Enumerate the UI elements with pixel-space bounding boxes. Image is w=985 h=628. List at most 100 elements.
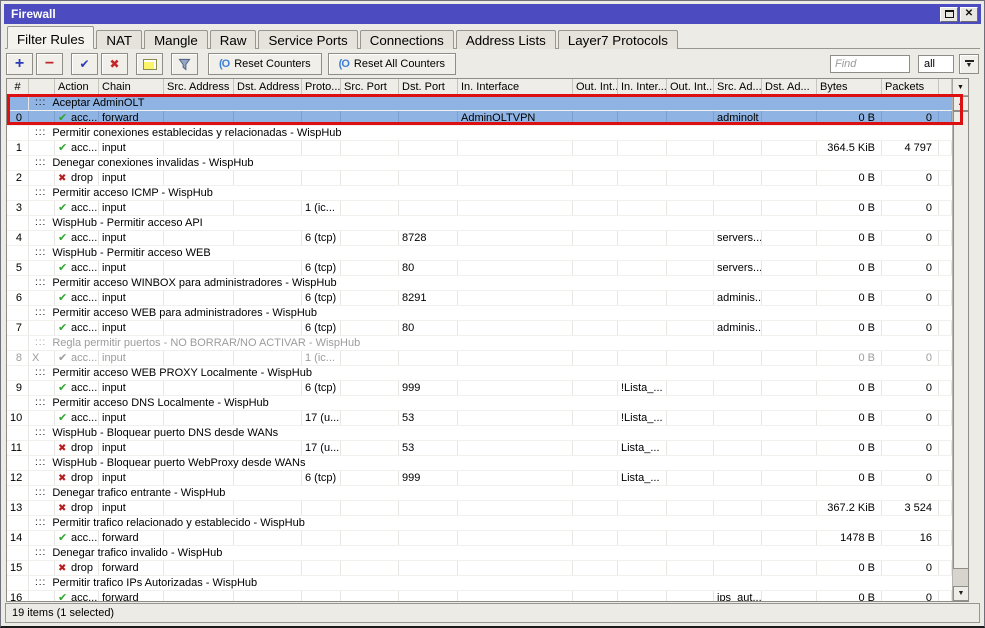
cell-flags	[29, 111, 55, 125]
comment-row[interactable]: :::Denegar conexiones invalidas - WispHu…	[7, 156, 952, 171]
comment-row[interactable]: :::Permitir trafico relacionado y establ…	[7, 516, 952, 531]
comment-row[interactable]: :::Permitir conexiones establecidas y re…	[7, 126, 952, 141]
add-rule-button[interactable]: +	[6, 53, 33, 75]
cell-in_interface_list	[618, 591, 667, 601]
column-header-src_address[interactable]: Src. Address	[164, 79, 234, 96]
column-header-action[interactable]: Action	[55, 79, 99, 96]
rule-row[interactable]: 12✖dropinput6 (tcp)999Lista_...0 B0	[7, 471, 952, 486]
find-dropdown-button[interactable]: ▼	[959, 54, 979, 74]
find-input[interactable]	[830, 55, 910, 73]
comment-row[interactable]: :::Aceptar AdminOLT	[7, 96, 952, 111]
tab-service-ports[interactable]: Service Ports	[258, 30, 357, 49]
comment-row[interactable]: :::Permitir acceso WINBOX para administr…	[7, 276, 952, 291]
tab-raw[interactable]: Raw	[210, 30, 257, 49]
rule-row[interactable]: 3✔acc...input1 (ic...0 B0	[7, 201, 952, 216]
column-selector-button[interactable]: ▼	[952, 79, 968, 96]
rule-row[interactable]: 2✖dropinput0 B0	[7, 171, 952, 186]
rule-row[interactable]: 6✔acc...input6 (tcp)8291adminis...0 B0	[7, 291, 952, 306]
tab-address-lists[interactable]: Address Lists	[456, 30, 556, 49]
column-header-src_port[interactable]: Src. Port	[341, 79, 399, 96]
comment-row-spacer	[7, 96, 29, 110]
cell-out_interface	[573, 291, 618, 305]
comment-row-spacer	[7, 486, 29, 500]
enable-rule-button[interactable]: ✔	[71, 53, 98, 75]
column-header-out_interface_list[interactable]: Out. Int...	[667, 79, 714, 96]
rule-row[interactable]: 14✔acc...forward1478 B16	[7, 531, 952, 546]
tab-mangle[interactable]: Mangle	[144, 30, 208, 49]
comment-row[interactable]: :::Permitir acceso ICMP - WispHub	[7, 186, 952, 201]
comment-row-spacer	[7, 186, 29, 200]
column-header-dst_address_list[interactable]: Dst. Ad...	[762, 79, 817, 96]
comment-row[interactable]: :::Permitir acceso WEB PROXY Localmente …	[7, 366, 952, 381]
disable-rule-button[interactable]: ✖	[101, 53, 128, 75]
remove-rule-button[interactable]: −	[36, 53, 63, 75]
comment-row[interactable]: :::WispHub - Permitir acceso WEB	[7, 246, 952, 261]
rule-row[interactable]: 0✔acc...forwardAdminOLTVPNadminolt0 B0	[7, 111, 952, 126]
comment-row[interactable]: :::WispHub - Bloquear puerto DNS desde W…	[7, 426, 952, 441]
column-header-chain[interactable]: Chain	[99, 79, 164, 96]
cell-chain: forward	[99, 531, 164, 545]
comment-row[interactable]: :::WispHub - Permitir acceso API	[7, 216, 952, 231]
rule-row[interactable]: 4✔acc...input6 (tcp)8728servers...0 B0	[7, 231, 952, 246]
cell-proto: 6 (tcp)	[302, 291, 341, 305]
filter-scope-select[interactable]: all	[918, 55, 954, 73]
tab-nat[interactable]: NAT	[96, 30, 142, 49]
rule-row[interactable]: 7✔acc...input6 (tcp)80adminis...0 B0	[7, 321, 952, 336]
maximize-button[interactable]	[940, 7, 958, 22]
column-header-in_interface_list[interactable]: In. Inter...	[618, 79, 667, 96]
tab-connections[interactable]: Connections	[360, 30, 454, 49]
rule-row[interactable]: 16✔acc...forwardips_aut...0 B0	[7, 591, 952, 601]
cell-src_address	[164, 441, 234, 455]
column-header-packets[interactable]: Packets	[882, 79, 939, 96]
cell-flags	[29, 441, 55, 455]
column-header-proto[interactable]: Proto...	[302, 79, 341, 96]
comment-row[interactable]: :::Regla permitir puertos - NO BORRAR/NO…	[7, 336, 952, 351]
rule-row[interactable]: 13✖dropinput367.2 KiB3 524	[7, 501, 952, 516]
scroll-up-button[interactable]: ▲	[953, 96, 969, 111]
column-header-pad[interactable]	[939, 79, 952, 96]
column-header-src_address_list[interactable]: Src. Ad...	[714, 79, 762, 96]
comment-button[interactable]	[136, 53, 163, 75]
cell-proto: 1 (ic...	[302, 351, 341, 365]
vertical-scrollbar[interactable]: ▲ ▼	[952, 96, 968, 601]
reset-all-counters-button[interactable]: (O Reset All Counters	[328, 53, 456, 75]
scrollbar-thumb[interactable]	[953, 111, 969, 569]
tab-filter-rules[interactable]: Filter Rules	[7, 26, 94, 49]
window-title: Firewall	[11, 7, 938, 21]
drop-icon: ✖	[58, 172, 71, 185]
accept-icon: ✔	[58, 321, 71, 335]
cell-dst_address_list	[762, 351, 817, 365]
comment-text: Permitir trafico relacionado y estableci…	[52, 516, 305, 530]
cell-src_address	[164, 141, 234, 155]
close-button[interactable]: ✕	[960, 7, 978, 22]
cell-pad	[939, 351, 952, 365]
filter-button[interactable]	[171, 53, 198, 75]
title-bar[interactable]: Firewall ✕	[4, 4, 981, 24]
column-header-out_interface[interactable]: Out. Int...	[573, 79, 618, 96]
rule-row[interactable]: 10✔acc...input17 (u...53!Lista_...0 B0	[7, 411, 952, 426]
tab-layer7-protocols[interactable]: Layer7 Protocols	[558, 30, 678, 49]
column-header-in_interface[interactable]: In. Interface	[458, 79, 573, 96]
cell-num: 5	[7, 261, 29, 275]
rule-row[interactable]: 15✖dropforward0 B0	[7, 561, 952, 576]
comment-row[interactable]: :::Denegar trafico invalido - WispHub	[7, 546, 952, 561]
column-header-flags[interactable]	[29, 79, 55, 96]
column-header-num[interactable]: #	[7, 79, 29, 96]
reset-counters-button[interactable]: (O Reset Counters	[208, 53, 322, 75]
comment-row[interactable]: :::Permitir acceso WEB para administrado…	[7, 306, 952, 321]
rule-row[interactable]: 11✖dropinput17 (u...53Lista_...0 B0	[7, 441, 952, 456]
comment-row[interactable]: :::Permitir trafico IPs Autorizadas - Wi…	[7, 576, 952, 591]
column-header-bytes[interactable]: Bytes	[817, 79, 882, 96]
rule-row[interactable]: 5✔acc...input6 (tcp)80servers...0 B0	[7, 261, 952, 276]
column-header-dst_port[interactable]: Dst. Port	[399, 79, 458, 96]
rule-row[interactable]: 8X✔acc...input1 (ic...0 B0	[7, 351, 952, 366]
cell-bytes: 0 B	[817, 561, 882, 575]
rule-row[interactable]: 9✔acc...input6 (tcp)999!Lista_...0 B0	[7, 381, 952, 396]
cell-src_address	[164, 171, 234, 185]
rule-row[interactable]: 1✔acc...input364.5 KiB4 797	[7, 141, 952, 156]
column-header-dst_address[interactable]: Dst. Address	[234, 79, 302, 96]
comment-row[interactable]: :::Denegar trafico entrante - WispHub	[7, 486, 952, 501]
comment-row[interactable]: :::Permitir acceso DNS Localmente - Wisp…	[7, 396, 952, 411]
scroll-down-button[interactable]: ▼	[953, 586, 969, 601]
comment-row[interactable]: :::WispHub - Bloquear puerto WebProxy de…	[7, 456, 952, 471]
